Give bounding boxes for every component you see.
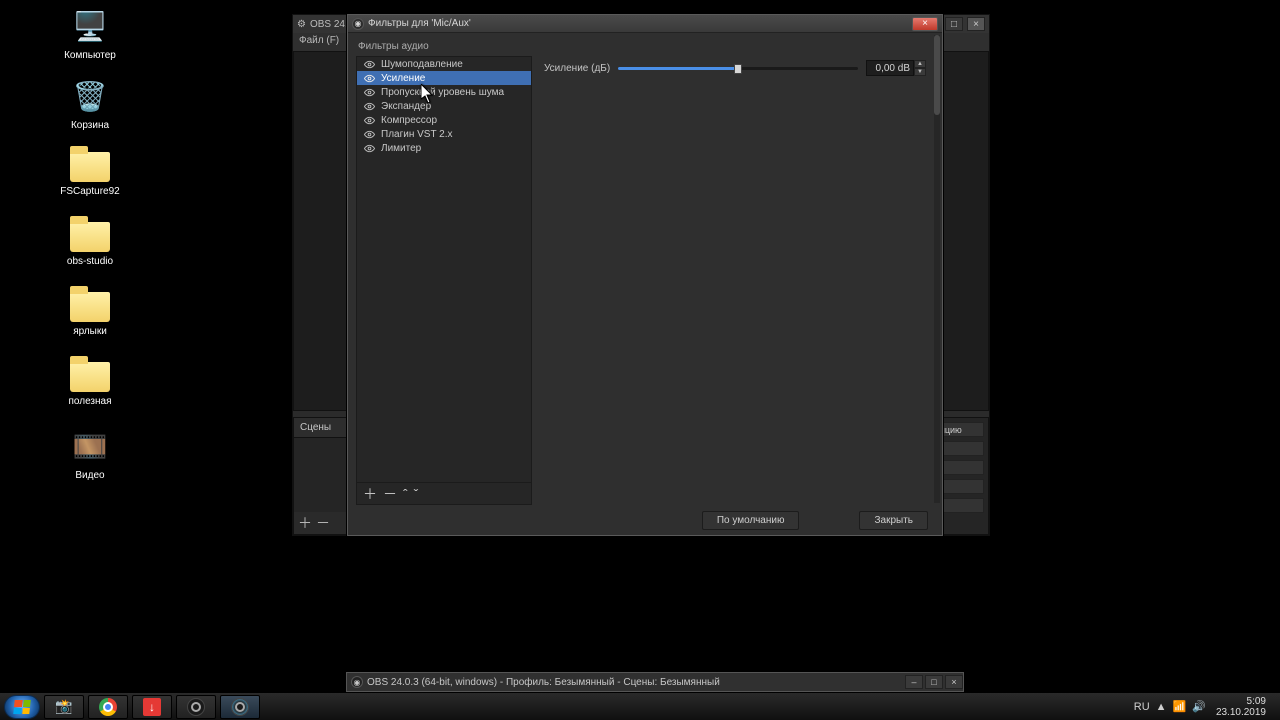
visibility-eye-icon[interactable]	[363, 114, 375, 126]
desktop: 🖥️ Компьютер 🗑️ Корзина FSCapture92 obs-studi…	[0, 0, 1280, 720]
filter-add-button[interactable]: ＋	[363, 484, 377, 504]
visibility-eye-icon[interactable]	[363, 72, 375, 84]
gain-label: Усиление (дБ)	[544, 63, 610, 74]
filters-scrollbar[interactable]	[934, 35, 940, 503]
visibility-eye-icon[interactable]	[363, 58, 375, 70]
filter-item[interactable]: Лимитер	[357, 141, 531, 155]
desktop-icon[interactable]: 🗑️ Корзина	[50, 76, 130, 131]
filters-dialog: ◉ Фильтры для 'Mic/Aux' × Фильтры аудио …	[347, 14, 943, 536]
tray-network-icon[interactable]: 📶	[1173, 700, 1187, 713]
obs-icon: ◉	[352, 18, 364, 30]
scenes-remove-button[interactable]: －	[316, 513, 330, 533]
taskbar-date: 23.10.2019	[1216, 707, 1266, 718]
filters-close-button[interactable]: ×	[912, 17, 938, 31]
scenes-add-button[interactable]: ＋	[298, 513, 312, 533]
filter-item[interactable]: Компрессор	[357, 113, 531, 127]
desktop-icon-label: Корзина	[50, 120, 130, 131]
obs-icon: ◉	[351, 676, 363, 688]
tray-volume-icon[interactable]: 🔊	[1192, 700, 1206, 713]
audio-filters-label: Фильтры аудио	[348, 33, 942, 56]
desktop-icon-label: obs-studio	[50, 256, 130, 267]
gain-spinbox[interactable]: ▲ ▼	[866, 60, 926, 76]
filter-item-label: Компрессор	[381, 115, 437, 126]
defaults-button[interactable]: По умолчанию	[702, 511, 800, 530]
desktop-icon[interactable]: полезная	[50, 356, 130, 407]
taskbar-app-fscapture[interactable]: 📸	[44, 695, 84, 719]
folder-icon	[70, 222, 110, 252]
filter-item-label: Лимитер	[381, 143, 421, 154]
filter-item[interactable]: Шумоподавление	[357, 57, 531, 71]
filter-remove-button[interactable]: －	[383, 484, 397, 504]
desktop-icon-label: FSCapture92	[50, 186, 130, 197]
filter-item[interactable]: Пропускной уровень шума	[357, 85, 531, 99]
obs-icon: ⚙	[297, 19, 306, 30]
filter-item[interactable]: Плагин VST 2.x	[357, 127, 531, 141]
visibility-eye-icon[interactable]	[363, 128, 375, 140]
obs-secondary-titlebar[interactable]: ◉ OBS 24.0.3 (64-bit, windows) - Профиль…	[346, 672, 964, 692]
obs-secondary-title: OBS 24.0.3 (64-bit, windows) - Профиль: …	[367, 677, 720, 688]
desktop-icon-label: Видео	[50, 470, 130, 481]
desktop-icon[interactable]: 🎞️ Видео	[50, 426, 130, 481]
desktop-icon[interactable]: 🖥️ Компьютер	[50, 6, 130, 61]
folder-icon	[70, 362, 110, 392]
filters-list: Шумоподавление Усиление Пропускной уровень…	[356, 56, 532, 505]
obs-secondary-close[interactable]: ×	[945, 675, 963, 689]
visibility-eye-icon[interactable]	[363, 100, 375, 112]
gain-step-down[interactable]: ▼	[914, 68, 926, 76]
gain-value-input[interactable]	[866, 60, 914, 76]
obs-secondary-maximize[interactable]: □	[925, 675, 943, 689]
gain-slider[interactable]	[618, 62, 858, 74]
glyph-icon: 🗑️	[70, 76, 110, 116]
filter-item[interactable]: Экспандер	[357, 99, 531, 113]
folder-icon	[70, 292, 110, 322]
desktop-icon[interactable]: ярлыки	[50, 286, 130, 337]
obs-main-close-button[interactable]: ×	[967, 17, 985, 31]
taskbar-app-obs-active[interactable]	[220, 695, 260, 719]
folder-icon	[70, 152, 110, 182]
desktop-icon-label: полезная	[50, 396, 130, 407]
filters-titlebar[interactable]: ◉ Фильтры для 'Mic/Aux' ×	[348, 15, 942, 33]
start-button[interactable]	[4, 695, 40, 719]
system-tray: RU ▲ 📶 🔊 5:09 23.10.2019	[1134, 696, 1276, 718]
desktop-icon[interactable]: FSCapture92	[50, 146, 130, 197]
filter-item-label: Экспандер	[381, 101, 431, 112]
close-button[interactable]: Закрыть	[859, 511, 928, 530]
desktop-icon-label: ярлыки	[50, 326, 130, 337]
taskbar-app-downloader[interactable]: ↓	[132, 695, 172, 719]
tray-flag-icon[interactable]: ▲	[1156, 701, 1167, 713]
taskbar-app-chrome[interactable]	[88, 695, 128, 719]
filter-item-label: Пропускной уровень шума	[381, 87, 504, 98]
gain-property-row: Усиление (дБ) ▲ ▼	[544, 60, 926, 76]
obs-secondary-minimize[interactable]: –	[905, 675, 923, 689]
tray-lang[interactable]: RU	[1134, 701, 1150, 713]
filter-properties-panel: Усиление (дБ) ▲ ▼	[532, 56, 942, 505]
glyph-icon: 🎞️	[70, 426, 110, 466]
filters-dialog-buttons: По умолчанию Закрыть	[348, 505, 942, 535]
menu-file[interactable]: Файл (F)	[299, 35, 339, 46]
taskbar-app-obs[interactable]	[176, 695, 216, 719]
taskbar-time: 5:09	[1216, 696, 1266, 707]
taskbar-clock[interactable]: 5:09 23.10.2019	[1212, 696, 1270, 718]
desktop-icon[interactable]: obs-studio	[50, 216, 130, 267]
filter-item-label: Плагин VST 2.x	[381, 129, 453, 140]
filters-title: Фильтры для 'Mic/Aux'	[368, 18, 471, 29]
filter-move-down-button[interactable]: ˇ	[414, 486, 419, 502]
filter-move-up-button[interactable]: ˆ	[403, 486, 408, 502]
visibility-eye-icon[interactable]	[363, 142, 375, 154]
filters-list-toolbar: ＋ － ˆ ˇ	[357, 482, 531, 504]
filter-item-label: Шумоподавление	[381, 59, 463, 70]
filter-item-label: Усиление	[381, 73, 425, 84]
windows-taskbar: 📸 ↓ RU ▲ 📶 🔊 5:09 23.10.2019	[0, 692, 1280, 720]
obs-main-maximize-button[interactable]: □	[945, 17, 963, 31]
desktop-icon-label: Компьютер	[50, 50, 130, 61]
gain-step-up[interactable]: ▲	[914, 60, 926, 68]
visibility-eye-icon[interactable]	[363, 86, 375, 98]
glyph-icon: 🖥️	[70, 6, 110, 46]
filter-item[interactable]: Усиление	[357, 71, 531, 85]
